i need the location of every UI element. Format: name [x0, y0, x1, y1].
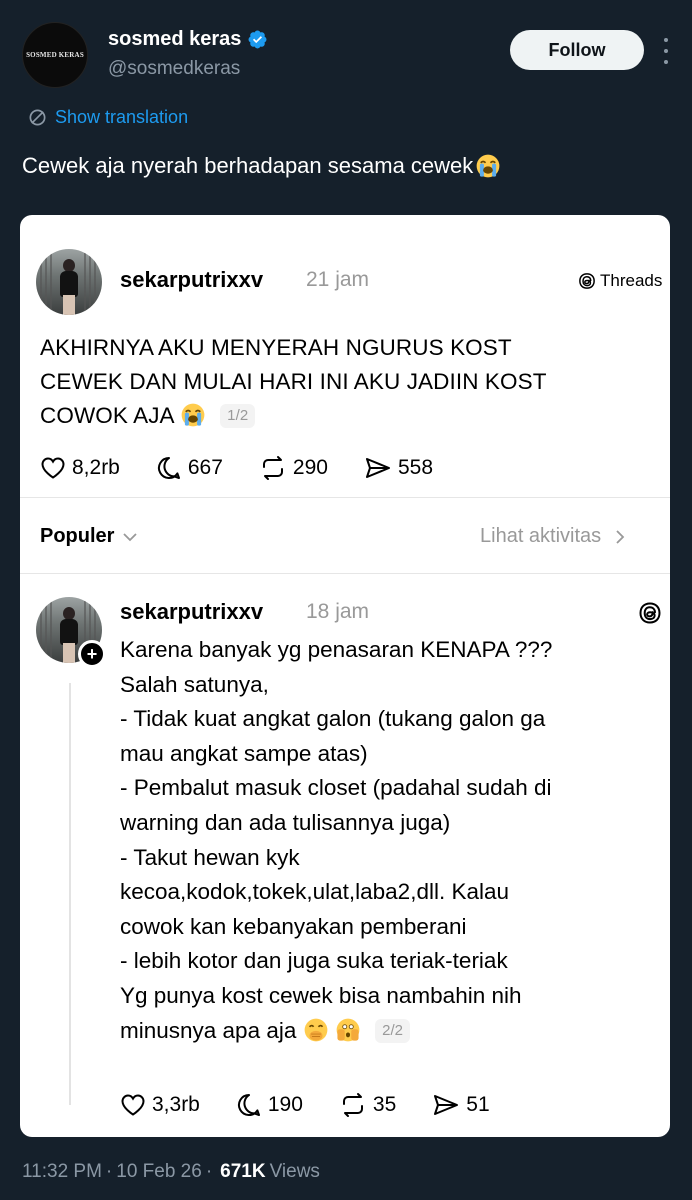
tweet-date[interactable]: 10 Feb 26 — [116, 1161, 202, 1183]
post2-reposts: 35 — [372, 1093, 397, 1116]
post2-reply-button[interactable]: 190 — [236, 1092, 303, 1118]
post1-likes: 8,2rb — [72, 456, 120, 479]
post2-line: - Takut hewan kyk — [120, 844, 300, 870]
card-divider — [20, 497, 670, 498]
hand-over-mouth-emoji — [304, 1018, 328, 1041]
author-name-text: sosmed keras — [108, 28, 242, 50]
post1-reply-button[interactable]: 667 — [156, 455, 223, 481]
post1-share-button[interactable]: 558 — [364, 456, 433, 480]
reply-icon — [237, 1094, 260, 1116]
follow-button[interactable]: Follow — [510, 30, 644, 70]
meta-separator: · — [205, 1161, 213, 1182]
threads-brand: Threads — [578, 271, 662, 291]
translate-icon — [29, 109, 46, 126]
share-icon — [434, 1095, 459, 1115]
post2-line: Yg punya kost cewek bisa nambahin nih — [120, 982, 522, 1008]
post2-line: Karena banyak yg penasaran KENAPA ??? — [120, 637, 553, 662]
post1-avatar[interactable] — [36, 249, 102, 315]
post2-line: - lebih kotor dan juga suka teriak-teria… — [120, 948, 508, 974]
chevron-right-icon — [616, 529, 625, 544]
post1-page-badge: 1/2 — [220, 404, 256, 428]
post1-line: CEWEK DAN MULAI HARI INI AKU JADIIN KOST — [40, 369, 547, 394]
heart-icon — [121, 1094, 145, 1116]
tweet-header: SOSMED KERAS sosmed keras @sosmedkeras F… — [22, 22, 672, 90]
views-label: Views — [269, 1161, 320, 1182]
threads-logo-icon — [579, 273, 595, 289]
post1-reposts: 290 — [292, 456, 328, 479]
show-translation-link[interactable]: Show translation — [28, 107, 188, 128]
crying-emoji — [476, 154, 500, 178]
post2-line: - Tidak kuat angkat galon (tukang galon … — [120, 706, 546, 732]
chevron-down-icon — [123, 532, 138, 541]
post2-page-badge: 2/2 — [375, 1018, 411, 1043]
sort-label: Populer — [40, 525, 115, 547]
tweet-meta: 11:32 PM · 10 Feb 26 · 671K Views — [22, 1161, 320, 1183]
threads-logo-icon[interactable] — [638, 601, 662, 625]
sort-dropdown[interactable]: Populer — [40, 525, 138, 548]
author-name[interactable]: sosmed keras — [108, 28, 268, 51]
post2-line: warning dan ada tulisannya juga) — [120, 809, 451, 835]
post1-replies: 667 — [187, 456, 223, 479]
reply-icon — [157, 457, 180, 479]
post1-like-button[interactable]: 8,2rb — [40, 456, 120, 480]
post1-username[interactable]: sekarputrixxv — [120, 267, 263, 293]
avatar-text: SOSMED KERAS — [26, 51, 84, 59]
post1-stats: 8,2rb 667 290 558 — [40, 455, 469, 481]
post2-likes: 3,3rb — [152, 1093, 200, 1116]
post2-line: cowok kan kebanyakan pemberani — [120, 913, 467, 939]
post2-text: Karena banyak yg penasaran KENAPA ??? Sa… — [120, 633, 660, 1048]
tweet-text: Cewek aja nyerah berhadapan sesama cewek — [22, 153, 501, 179]
post2-line-last: minusnya apa aja 2/2 — [120, 1014, 660, 1049]
card-divider — [20, 573, 670, 574]
thread-line — [69, 683, 71, 1105]
post2-replies: 190 — [267, 1093, 303, 1116]
post1-time: 21 jam — [306, 268, 370, 291]
post1-shares: 558 — [397, 456, 434, 479]
post2-shares: 51 — [466, 1093, 490, 1116]
post2-stats: 3,3rb 190 35 51 — [120, 1092, 526, 1118]
post2-line: - Pembalut masuk closet (padahal sudah d… — [120, 775, 552, 801]
view-activity-label: Lihat aktivitas — [480, 525, 602, 547]
view-activity-link[interactable]: Lihat aktivitas — [480, 525, 625, 548]
meta-separator: · — [105, 1161, 113, 1182]
views-count: 671K — [220, 1161, 266, 1182]
post2-time: 18 jam — [306, 600, 370, 623]
verified-icon — [248, 30, 267, 49]
post2-line: kecoa,kodok,tokek,ulat,laba2,dll. Kalau — [120, 879, 510, 905]
show-translation-label: Show translation — [55, 107, 189, 127]
post2-like-button[interactable]: 3,3rb — [120, 1093, 200, 1117]
more-icon[interactable] — [662, 38, 670, 64]
post1-line: AKHIRNYA AKU MENYERAH NGURUS KOST — [40, 335, 512, 360]
post2-share-button[interactable]: 51 — [432, 1093, 490, 1117]
post2-line: Salah satunya, — [120, 671, 269, 697]
face-with-hands-emoji — [336, 1018, 360, 1041]
repost-icon — [342, 1093, 363, 1117]
tweet-time[interactable]: 11:32 PM — [22, 1161, 102, 1183]
follow-plus-icon[interactable]: + — [78, 640, 106, 668]
author-avatar[interactable]: SOSMED KERAS — [22, 22, 88, 88]
post1-line: COWOK AJA — [40, 403, 174, 428]
embedded-threads-card[interactable]: sekarputrixxv 21 jam Threads AKHIRNYA AK… — [20, 215, 670, 1137]
tweet-text-content: Cewek aja nyerah berhadapan sesama cewek — [22, 153, 474, 178]
post2-repost-button[interactable]: 35 — [339, 1092, 396, 1118]
post1-repost-button[interactable]: 290 — [259, 455, 328, 481]
share-icon — [365, 458, 390, 478]
post2-line: mau angkat sampe atas) — [120, 740, 368, 766]
heart-icon — [41, 457, 65, 479]
crying-emoji — [181, 403, 205, 427]
post2-username[interactable]: sekarputrixxv — [120, 599, 263, 625]
post1-text: AKHIRNYA AKU MENYERAH NGURUS KOST CEWEK … — [40, 331, 640, 433]
post2-line: minusnya apa aja — [120, 1017, 297, 1043]
author-handle[interactable]: @sosmedkeras — [108, 58, 240, 80]
repost-icon — [262, 456, 283, 480]
post1-line-last: COWOK AJA 1/2 — [40, 399, 640, 433]
threads-brand-label: Threads — [600, 271, 663, 290]
